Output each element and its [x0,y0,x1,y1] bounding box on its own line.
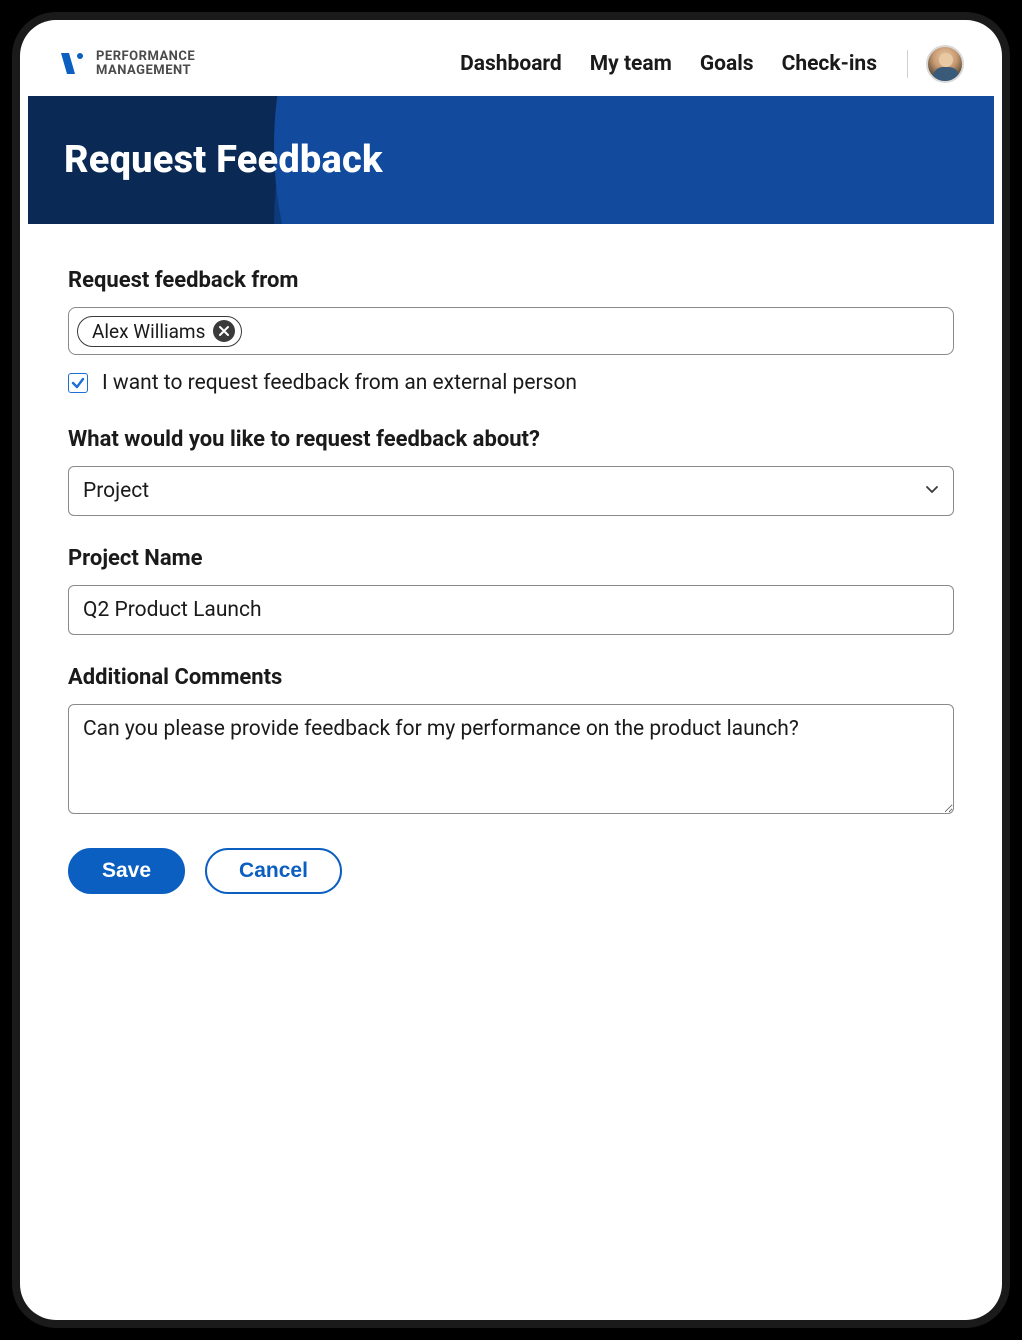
section-comments: Additional Comments [68,665,954,818]
feedback-from-label: Request feedback from [68,268,954,293]
nav-goals[interactable]: Goals [700,52,754,76]
feedback-from-input[interactable]: Alex Williams [68,307,954,355]
section-feedback-from: Request feedback from Alex Williams [68,268,954,395]
comments-textarea[interactable] [68,704,954,814]
section-project-name: Project Name [68,546,954,635]
topic-select[interactable]: Project [68,466,954,516]
topic-select-value: Project [83,479,149,503]
cancel-button[interactable]: Cancel [205,848,342,894]
project-name-label: Project Name [68,546,954,571]
user-avatar[interactable] [926,45,964,83]
external-checkbox-label: I want to request feedback from an exter… [102,371,577,395]
external-checkbox[interactable] [68,373,88,393]
person-chip: Alex Williams [77,316,242,347]
page-title: Request Feedback [64,138,383,182]
device-frame: PERFORMANCE MANAGEMENT Dashboard My team… [20,20,1002,1320]
remove-chip-button[interactable] [213,320,235,342]
nav-divider [907,50,908,78]
brand[interactable]: PERFORMANCE MANAGEMENT [58,50,195,78]
form-content: Request feedback from Alex Williams [28,224,994,1312]
brand-line2: MANAGEMENT [96,64,195,78]
nav-dashboard[interactable]: Dashboard [460,52,562,76]
app-screen: PERFORMANCE MANAGEMENT Dashboard My team… [28,28,994,1312]
save-button[interactable]: Save [68,848,185,894]
brand-line1: PERFORMANCE [96,50,195,64]
check-icon [71,376,85,390]
main-nav: Dashboard My team Goals Check-ins [460,52,877,76]
brand-logo-icon [58,50,86,78]
brand-text: PERFORMANCE MANAGEMENT [96,50,195,77]
project-name-input[interactable] [68,585,954,635]
section-topic: What would you like to request feedback … [68,427,954,516]
person-chip-name: Alex Williams [92,320,205,343]
nav-checkins[interactable]: Check-ins [782,52,877,76]
topic-select-wrap: Project [68,466,954,516]
top-bar: PERFORMANCE MANAGEMENT Dashboard My team… [28,28,994,96]
page-hero: Request Feedback [28,96,994,224]
external-checkbox-row: I want to request feedback from an exter… [68,371,954,395]
button-row: Save Cancel [68,848,954,894]
comments-label: Additional Comments [68,665,954,690]
nav-my-team[interactable]: My team [590,52,672,76]
topic-label: What would you like to request feedback … [68,427,954,452]
close-icon [218,325,230,337]
